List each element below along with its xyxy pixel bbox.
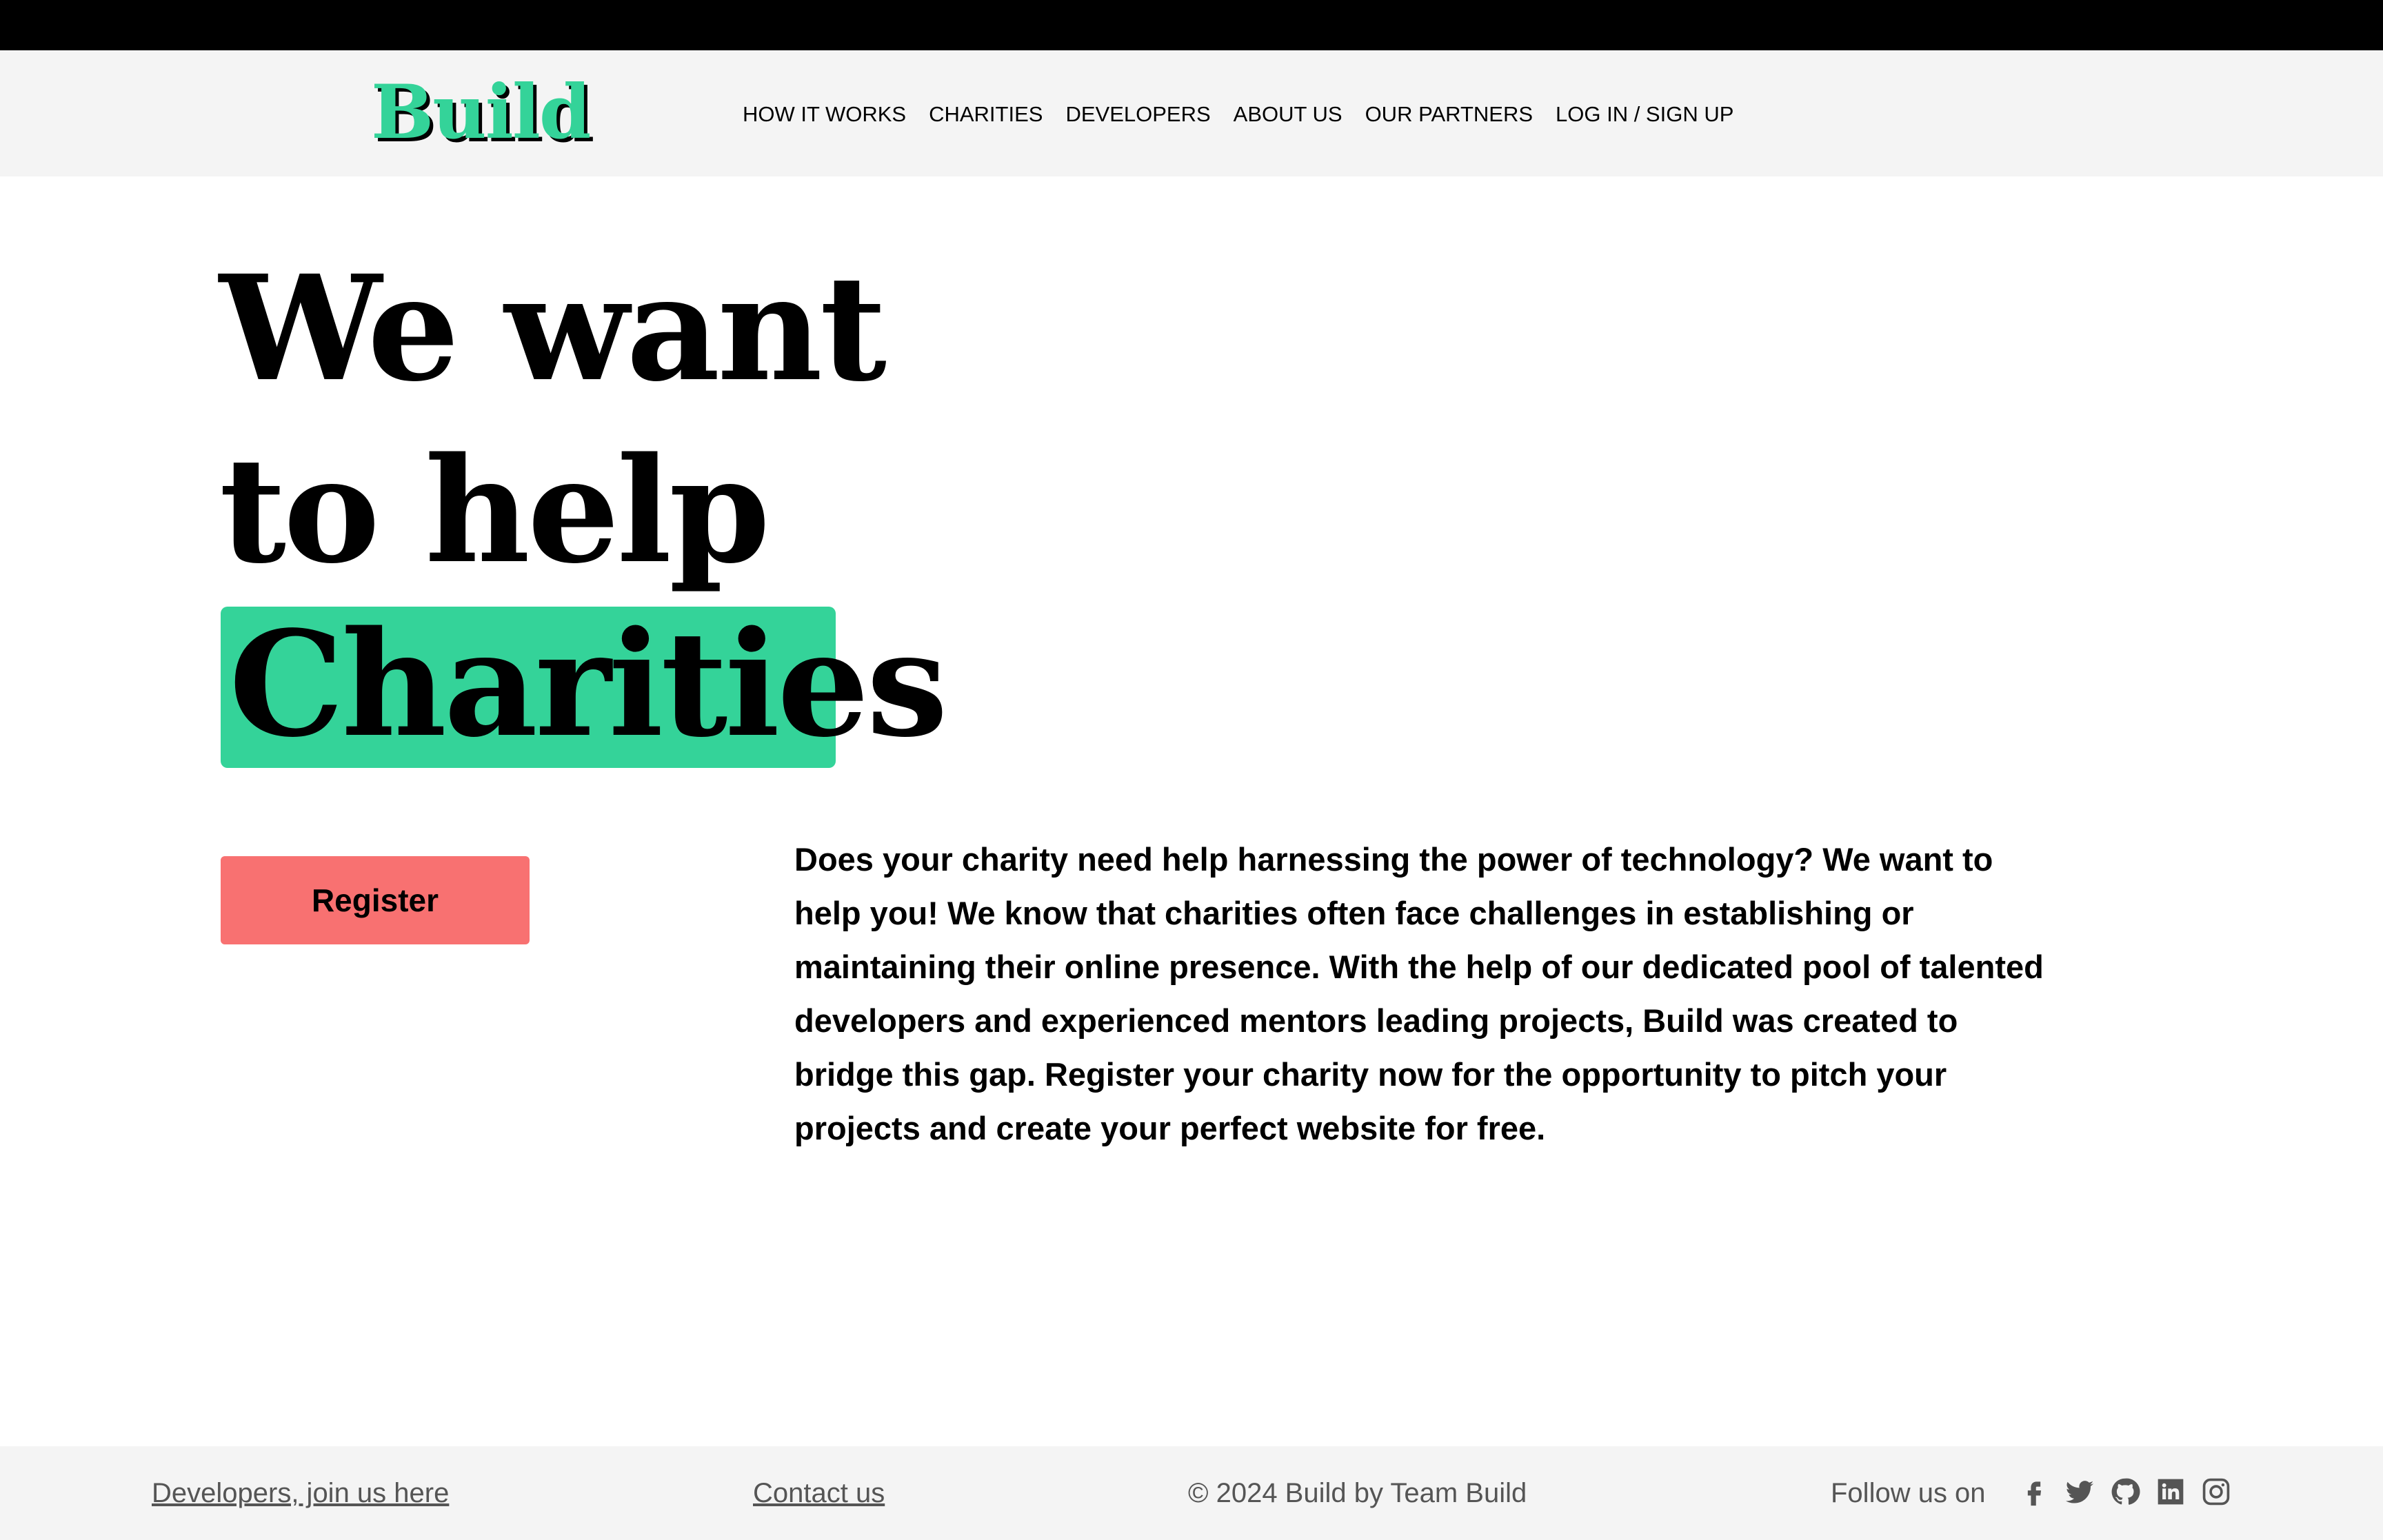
site-logo[interactable]: Build: [371, 68, 591, 157]
github-icon[interactable]: [2110, 1477, 2140, 1507]
hero-description: Does your charity need help harnessing t…: [794, 841, 2044, 1146]
hero-highlight-word: Charities: [229, 599, 948, 769]
linkedin-icon[interactable]: [2155, 1477, 2186, 1507]
follow-us-label: Follow us on: [1831, 1478, 1986, 1508]
nav-about-us[interactable]: ABOUT US: [1234, 98, 1343, 131]
twitter-icon[interactable]: [2064, 1477, 2095, 1507]
developers-join-link[interactable]: Developers, join us here: [152, 1474, 449, 1512]
instagram-icon[interactable]: [2201, 1477, 2231, 1507]
main-nav: HOW IT WORKS CHARITIES DEVELOPERS ABOUT …: [743, 98, 1756, 131]
register-button[interactable]: Register: [221, 856, 530, 944]
hero-line-1: We want: [219, 243, 887, 414]
browser-top-bar: [0, 0, 2383, 50]
hero-line-2: to help: [219, 425, 770, 596]
social-links: [2019, 1477, 2231, 1507]
nav-charities[interactable]: CHARITIES: [929, 98, 1043, 131]
copyright-text: © 2024 Build by Team Build: [1188, 1478, 1527, 1508]
nav-developers[interactable]: DEVELOPERS: [1065, 98, 1210, 131]
facebook-icon[interactable]: [2019, 1477, 2049, 1507]
nav-our-partners[interactable]: OUR PARTNERS: [1365, 98, 1533, 131]
nav-how-it-works[interactable]: HOW IT WORKS: [743, 98, 906, 131]
nav-login-signup[interactable]: LOG IN / SIGN UP: [1556, 98, 1733, 131]
contact-us-link[interactable]: Contact us: [753, 1474, 885, 1512]
hero-headline: We want to help: [219, 238, 887, 602]
